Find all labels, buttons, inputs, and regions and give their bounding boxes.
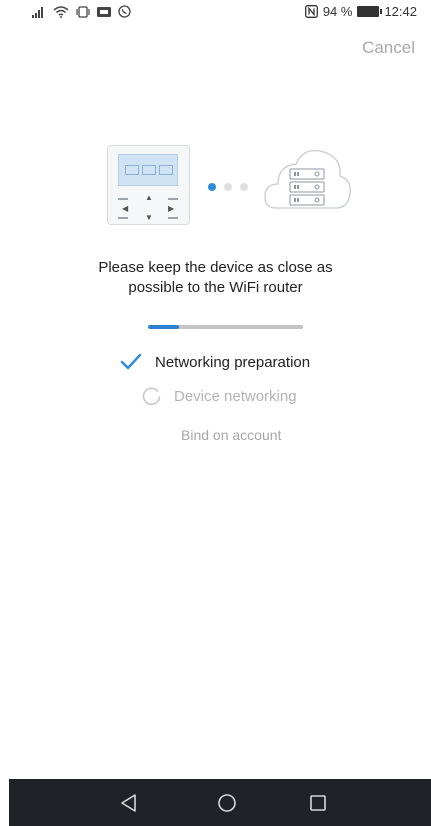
status-bar: 94 % 12:42 bbox=[0, 0, 431, 26]
instruction-line-2: possible to the WiFi router bbox=[128, 279, 303, 296]
pairing-dot-1 bbox=[208, 183, 216, 191]
nfc-icon bbox=[304, 5, 318, 18]
network-progress-bar bbox=[148, 325, 303, 329]
cloud-server-icon bbox=[264, 149, 351, 209]
thermostat-panel-icon: ▲ ◀ ▶ ▼ bbox=[107, 145, 190, 225]
step-label: Bind on account bbox=[181, 427, 282, 443]
home-icon[interactable] bbox=[215, 791, 239, 815]
cancel-button[interactable]: Cancel bbox=[362, 38, 415, 58]
progress-fill bbox=[148, 325, 179, 329]
loading-spinner-icon bbox=[142, 387, 161, 406]
system-navigation-bar bbox=[9, 779, 431, 826]
panel-screen bbox=[118, 154, 178, 186]
pairing-illustration: ▲ ◀ ▶ ▼ bbox=[0, 140, 431, 230]
step-networking-preparation: Networking preparation bbox=[120, 352, 310, 372]
status-time: 12:42 bbox=[384, 4, 417, 19]
instruction-line-1: Please keep the device as close as bbox=[98, 259, 333, 276]
battery-icon bbox=[357, 6, 383, 17]
pairing-dots bbox=[208, 183, 248, 191]
back-icon[interactable] bbox=[117, 791, 141, 815]
step-device-networking: Device networking bbox=[142, 387, 297, 406]
step-bind-on-account: Bind on account bbox=[181, 427, 281, 443]
signal-icon bbox=[32, 6, 43, 18]
pairing-dot-3 bbox=[240, 183, 248, 191]
pairing-dot-2 bbox=[224, 183, 232, 191]
instruction-message: Please keep the device as close as possi… bbox=[0, 258, 431, 298]
step-label: Networking preparation bbox=[155, 353, 311, 371]
status-icons-right: 94 % 12:42 bbox=[304, 4, 417, 19]
status-icons-left bbox=[32, 5, 131, 18]
battery-percent: 94 % bbox=[322, 4, 353, 19]
check-icon bbox=[120, 353, 142, 370]
message-icon bbox=[97, 6, 111, 17]
whatsapp-icon bbox=[118, 5, 131, 18]
step-label: Device networking bbox=[174, 388, 297, 405]
vibrate-icon bbox=[76, 5, 90, 18]
recents-icon[interactable] bbox=[306, 791, 330, 815]
wifi-icon bbox=[53, 5, 69, 18]
